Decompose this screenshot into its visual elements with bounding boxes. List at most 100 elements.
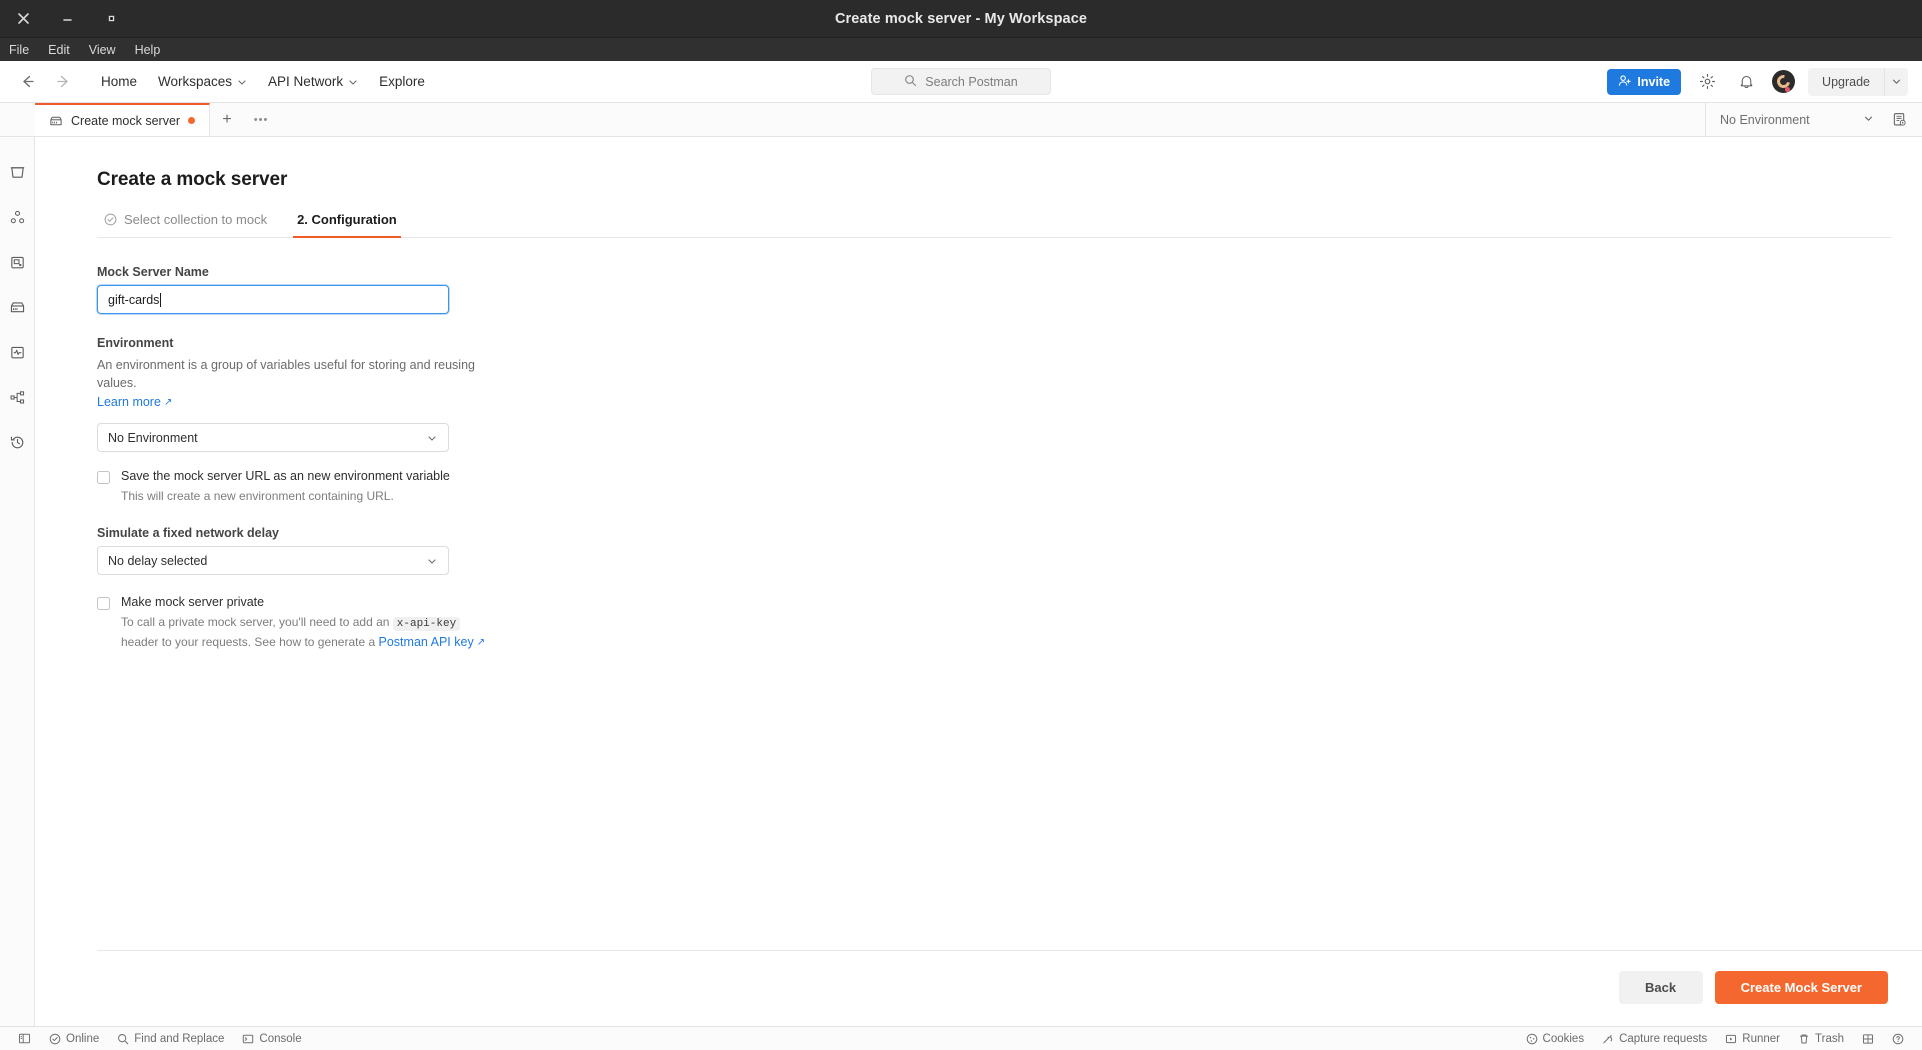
field-mock-server-name: Mock Server Name gift-cards <box>97 265 517 314</box>
private-text-group: Make mock server private To call a priva… <box>121 595 485 651</box>
new-tab-button[interactable]: + <box>210 103 244 136</box>
private-checkbox-sublabel: To call a private mock server, you'll ne… <box>121 613 485 651</box>
environment-select[interactable]: No Environment <box>97 423 449 453</box>
minimize-icon[interactable] <box>56 8 78 30</box>
nav-link-workspaces[interactable]: Workspaces <box>149 68 256 95</box>
status-online[interactable]: Online <box>40 1027 108 1050</box>
layout-toggle-button[interactable] <box>1853 1033 1883 1045</box>
environment-label: Environment <box>97 336 174 350</box>
invite-person-icon <box>1618 74 1632 90</box>
environment-selector-label: No Environment <box>1720 112 1810 127</box>
layout-icon <box>1862 1033 1874 1045</box>
menu-edit[interactable]: Edit <box>48 43 70 57</box>
status-online-label: Online <box>66 1032 100 1045</box>
sidebar-toggle-button[interactable] <box>9 1027 40 1050</box>
menu-help[interactable]: Help <box>135 43 161 57</box>
history-icon[interactable] <box>4 429 30 455</box>
tab-strip-left: Create mock server + ••• <box>0 103 278 136</box>
chevron-down-icon <box>237 77 247 87</box>
nav-link-api-network[interactable]: API Network <box>259 68 367 95</box>
environment-description: An environment is a group of variables u… <box>97 358 475 391</box>
runner-icon <box>1725 1033 1737 1045</box>
top-navigation-bar: Home Workspaces API Network Explore Sear… <box>0 61 1922 103</box>
nav-links: Home Workspaces API Network Explore <box>92 68 434 95</box>
runner-button[interactable]: Runner <box>1716 1033 1789 1045</box>
environment-quick-look-icon[interactable] <box>1884 112 1914 127</box>
create-mock-server-button[interactable]: Create Mock Server <box>1714 971 1888 1004</box>
nav-link-home[interactable]: Home <box>92 68 146 95</box>
mock-server-icon[interactable] <box>4 294 30 320</box>
external-link-icon: ↗ <box>163 396 173 408</box>
collections-icon[interactable] <box>4 159 30 185</box>
search-icon <box>117 1033 129 1045</box>
save-url-checkbox-row[interactable]: Save the mock server URL as an new envir… <box>97 469 517 505</box>
upgrade-button[interactable]: Upgrade <box>1808 68 1884 96</box>
step-select-collection-label: Select collection to mock <box>124 212 268 227</box>
tab-unsaved-dot <box>188 117 196 124</box>
menu-file[interactable]: File <box>9 43 29 57</box>
private-mock-server-checkbox[interactable] <box>97 597 110 611</box>
content-scroll-area: Create a mock server Select collection t… <box>35 137 1922 950</box>
network-delay-label: Simulate a fixed network delay <box>97 526 280 541</box>
tab-create-mock-server[interactable]: Create mock server <box>35 103 211 136</box>
close-icon[interactable] <box>12 8 34 30</box>
step-configuration[interactable]: 2. Configuration <box>293 208 401 238</box>
nav-link-workspaces-label: Workspaces <box>158 74 233 89</box>
cookie-icon <box>1526 1033 1538 1045</box>
help-button[interactable] <box>1883 1033 1913 1045</box>
window-controls <box>0 8 122 30</box>
menu-view[interactable]: View <box>89 43 116 57</box>
postman-api-key-link[interactable]: Postman API key ↗ <box>379 633 486 652</box>
environments-icon[interactable] <box>4 249 30 275</box>
environment-selector[interactable]: No Environment <box>1706 103 1884 136</box>
avatar[interactable] <box>1772 70 1796 93</box>
private-sub-text-2: header to your requests. See how to gene… <box>121 634 376 649</box>
apis-icon[interactable] <box>4 204 30 230</box>
window-titlebar: Create mock server - My Workspace <box>0 0 1922 38</box>
maximize-icon[interactable] <box>100 8 122 30</box>
bell-icon[interactable] <box>1733 69 1759 95</box>
search-icon <box>904 74 917 90</box>
back-button[interactable]: Back <box>1618 971 1703 1004</box>
cookies-button[interactable]: Cookies <box>1517 1033 1594 1045</box>
environment-learn-more-link[interactable]: Learn more ↗ <box>97 395 172 409</box>
nav-link-explore[interactable]: Explore <box>370 68 434 95</box>
private-sub-text-1: To call a private mock server, you'll ne… <box>121 615 390 630</box>
chevron-down-icon <box>1863 113 1874 127</box>
chevron-down-icon <box>426 555 438 567</box>
flows-icon[interactable] <box>4 384 30 410</box>
mock-server-name-input[interactable]: gift-cards <box>97 285 449 314</box>
find-and-replace-button[interactable]: Find and Replace <box>108 1027 233 1050</box>
private-checkbox-label: Make mock server private <box>121 595 265 610</box>
capture-requests-button[interactable]: Capture requests <box>1593 1033 1716 1045</box>
step-configuration-label: 2. Configuration <box>297 212 397 227</box>
save-url-checkbox[interactable] <box>97 471 110 485</box>
arrow-right-icon[interactable] <box>50 69 76 95</box>
environment-learn-more-label: Learn more <box>97 395 161 410</box>
environment-select-value: No Environment <box>108 430 198 445</box>
postman-api-key-label: Postman API key <box>378 634 474 649</box>
search-input[interactable]: Search Postman <box>871 68 1051 95</box>
invite-button-label: Invite <box>1637 74 1671 89</box>
capture-icon <box>1602 1033 1614 1045</box>
chevron-down-icon[interactable] <box>1884 67 1908 96</box>
save-url-text-group: Save the mock server URL as an new envir… <box>121 469 450 505</box>
monitors-icon[interactable] <box>4 339 30 365</box>
cookies-label: Cookies <box>1542 1032 1585 1045</box>
trash-label: Trash <box>1815 1032 1844 1045</box>
trash-button[interactable]: Trash <box>1789 1033 1853 1045</box>
more-tabs-button[interactable]: ••• <box>244 103 278 136</box>
step-select-collection[interactable]: Select collection to mock <box>100 208 271 238</box>
body-wrapper: Create a mock server Select collection t… <box>0 137 1922 1026</box>
arrow-left-icon[interactable] <box>14 69 40 95</box>
nav-link-api-network-label: API Network <box>268 74 344 89</box>
menubar: File Edit View Help <box>0 38 1922 61</box>
network-delay-select[interactable]: No delay selected <box>97 546 449 576</box>
window-title: Create mock server - My Workspace <box>834 10 1088 27</box>
invite-button[interactable]: Invite <box>1607 68 1682 95</box>
private-checkbox-row[interactable]: Make mock server private To call a priva… <box>97 595 517 651</box>
gear-icon[interactable] <box>1694 69 1720 95</box>
topnav-right-group: Invite Upgrade <box>1607 67 1922 96</box>
main-content: Create a mock server Select collection t… <box>35 137 1922 1026</box>
console-button[interactable]: Console <box>233 1027 310 1050</box>
